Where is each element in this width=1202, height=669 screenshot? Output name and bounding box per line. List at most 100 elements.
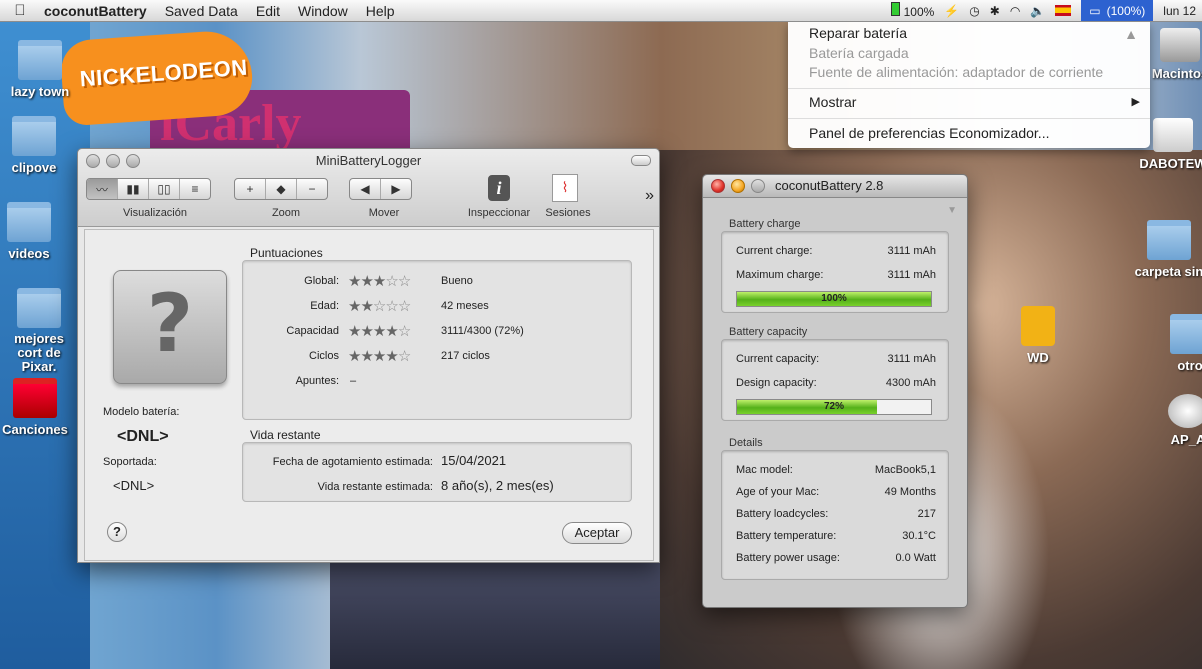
battery-level-extra[interactable]: 100%	[891, 2, 934, 19]
menu-separator	[788, 118, 1150, 119]
signal-icon[interactable]: ⚡	[944, 4, 959, 18]
soportada-label: Soportada:	[103, 456, 157, 468]
charge-progress-bar: 100%	[736, 291, 932, 307]
desktop-icon-clipove[interactable]: clipove	[0, 116, 68, 175]
vida-title: Vida restante	[250, 428, 321, 442]
rating-label: Global:	[304, 275, 339, 287]
visualizacion-segmented: 〰 ▮▮ ▯▯ ≡	[86, 178, 211, 200]
window-titlebar: coconutBattery 2.8	[703, 175, 967, 198]
details-box: Mac model: MacBook5,1 Age of your Mac: 49 M…	[721, 450, 949, 580]
star-filled-icon: ★	[372, 273, 386, 290]
wifi-icon[interactable]: ◠	[1010, 4, 1020, 18]
move-right-button[interactable]: ▶	[381, 179, 411, 199]
puntuaciones-box: Global: ★★★☆☆ Bueno Edad: ★★☆☆☆ 42 meses Capac…	[242, 260, 632, 420]
apuntes-value: –	[350, 375, 357, 387]
zoom-button[interactable]	[751, 179, 765, 193]
menu-app-name[interactable]: coconutBattery	[40, 3, 156, 19]
desktop-icon-lazy-town[interactable]: lazy town	[4, 40, 76, 99]
desktop-icon-canciones[interactable]: Canciones	[0, 378, 70, 437]
nickelodeon-logo: NICKELODEON	[59, 28, 255, 127]
desktop-icon-videos[interactable]: videos	[0, 202, 58, 261]
details-label: Battery loadcycles:	[736, 508, 829, 520]
rating-stars: ★★★☆☆	[348, 272, 411, 290]
collapse-triangle-icon[interactable]: ▼	[947, 205, 957, 216]
toolbar-toggle-button[interactable]	[631, 155, 651, 166]
modelo-value: <DNL>	[117, 428, 169, 445]
list-view-button[interactable]: ≡	[180, 179, 210, 199]
menu-item-repair[interactable]: Reparar batería	[809, 25, 907, 41]
help-button[interactable]: ?	[107, 522, 127, 542]
details-row: Mac model: MacBook5,1	[736, 464, 936, 476]
modelo-label: Modelo batería:	[103, 406, 180, 418]
battery-plug-icon: ▭	[1089, 3, 1101, 18]
menu-item-show[interactable]: Mostrar	[809, 94, 856, 110]
bar-view-button[interactable]: ▮▮	[118, 179, 149, 199]
charge-box: Current charge: 3111 mAh Maximum charge: 3…	[721, 231, 949, 313]
star-filled-icon: ★	[360, 273, 373, 290]
max-charge-row: Maximum charge: 3111 mAh	[736, 269, 936, 281]
vida-label: Vida restante estimada:	[317, 481, 433, 493]
zoom-fit-button[interactable]: ◆	[266, 179, 297, 199]
desktop-icon-carpeta[interactable]: carpeta sin	[1134, 220, 1202, 279]
menu-help[interactable]: Help	[357, 3, 404, 19]
menu-item-prefs[interactable]: Panel de preferencias Economizador...	[809, 125, 1049, 141]
timemachine-icon[interactable]: ◷	[969, 4, 979, 18]
star-empty-icon: ☆	[372, 298, 386, 315]
close-button[interactable]	[711, 179, 725, 193]
move-left-button[interactable]: ◀	[350, 179, 381, 199]
desktop-icon-ap[interactable]: AP_A	[1166, 394, 1202, 447]
details-row: Battery loadcycles: 217	[736, 508, 936, 520]
graph-view-button[interactable]: 〰	[87, 179, 118, 199]
charge-section-title: Battery charge	[729, 218, 801, 230]
zoom-out-button[interactable]: −	[297, 179, 327, 199]
apple-menu-icon[interactable]: 	[0, 2, 40, 19]
info-icon: i	[488, 175, 510, 201]
menu-item-status: Batería cargada	[809, 45, 909, 61]
usb-drive-icon	[1021, 306, 1055, 346]
details-value: MacBook5,1	[874, 464, 936, 476]
star-filled-icon: ★	[360, 348, 373, 365]
menu-saved-data[interactable]: Saved Data	[156, 3, 247, 19]
star-filled-icon: ★	[372, 323, 386, 340]
menu-separator	[788, 88, 1150, 89]
star-filled-icon: ★	[348, 348, 361, 365]
menu-extras: 100% ⚡ ◷ ✱ ◠ 🔈 ▭ (100%) lun 12	[891, 0, 1202, 21]
zoom-in-button[interactable]: +	[235, 179, 266, 199]
desktop-icon-pixar[interactable]: mejores cort de Pixar.	[0, 288, 78, 374]
menu-clock[interactable]: lun 12	[1163, 4, 1196, 18]
inspect-button[interactable]: i	[484, 173, 514, 203]
battery-info-panel: ? Modelo batería: <DNL> Soportada: <DNL>…	[84, 229, 654, 561]
capacity-section-title: Battery capacity	[729, 326, 808, 338]
minimize-button[interactable]	[731, 179, 745, 193]
battery-menu-extra[interactable]: ▭ (100%)	[1081, 0, 1154, 21]
aceptar-button[interactable]: Aceptar	[562, 522, 632, 544]
coconutbattery-window: coconutBattery 2.8 ▼ Battery charge Curr…	[702, 174, 968, 608]
window-toolbar: MiniBatteryLogger 〰 ▮▮ ▯▯ ≡ Visualizació…	[78, 149, 659, 227]
star-filled-icon: ★	[385, 348, 398, 365]
window-title: MiniBatteryLogger	[315, 153, 422, 168]
minibatterylogger-window: MiniBatteryLogger 〰 ▮▮ ▯▯ ≡ Visualizació…	[77, 148, 660, 563]
rating-label: Ciclos	[309, 350, 339, 362]
disc-icon	[1168, 394, 1202, 428]
star-empty-icon: ☆	[397, 323, 411, 340]
charge-percent-label: 100%	[821, 293, 847, 304]
rating-label: Capacidad	[286, 325, 339, 337]
rating-value: 42 meses	[441, 300, 489, 312]
bluetooth-icon[interactable]: ✱	[990, 4, 1000, 18]
desktop-icon-wd[interactable]: WD	[1016, 306, 1060, 365]
volume-icon[interactable]: 🔈	[1030, 4, 1045, 18]
apuntes-label: Apuntes:	[295, 375, 339, 387]
menu-item-source: Fuente de alimentación: adaptador de cor…	[809, 64, 1104, 80]
toolbar-overflow-button[interactable]: »	[645, 187, 654, 205]
desktop-icon-otro[interactable]: otro	[1170, 314, 1202, 373]
desktop-icon-macintosh-hd[interactable]: Macintos	[1150, 28, 1202, 81]
sessions-chart-icon: ⌇	[552, 174, 578, 202]
details-row: Battery power usage: 0.0 Watt	[736, 552, 936, 564]
input-flag-icon[interactable]	[1055, 5, 1072, 16]
column-view-button[interactable]: ▯▯	[149, 179, 180, 199]
menu-window[interactable]: Window	[289, 3, 357, 19]
zoom-label: Zoom	[271, 207, 301, 219]
sessions-button[interactable]: ⌇	[550, 173, 580, 203]
menu-edit[interactable]: Edit	[247, 3, 289, 19]
folder-icon	[18, 40, 62, 80]
